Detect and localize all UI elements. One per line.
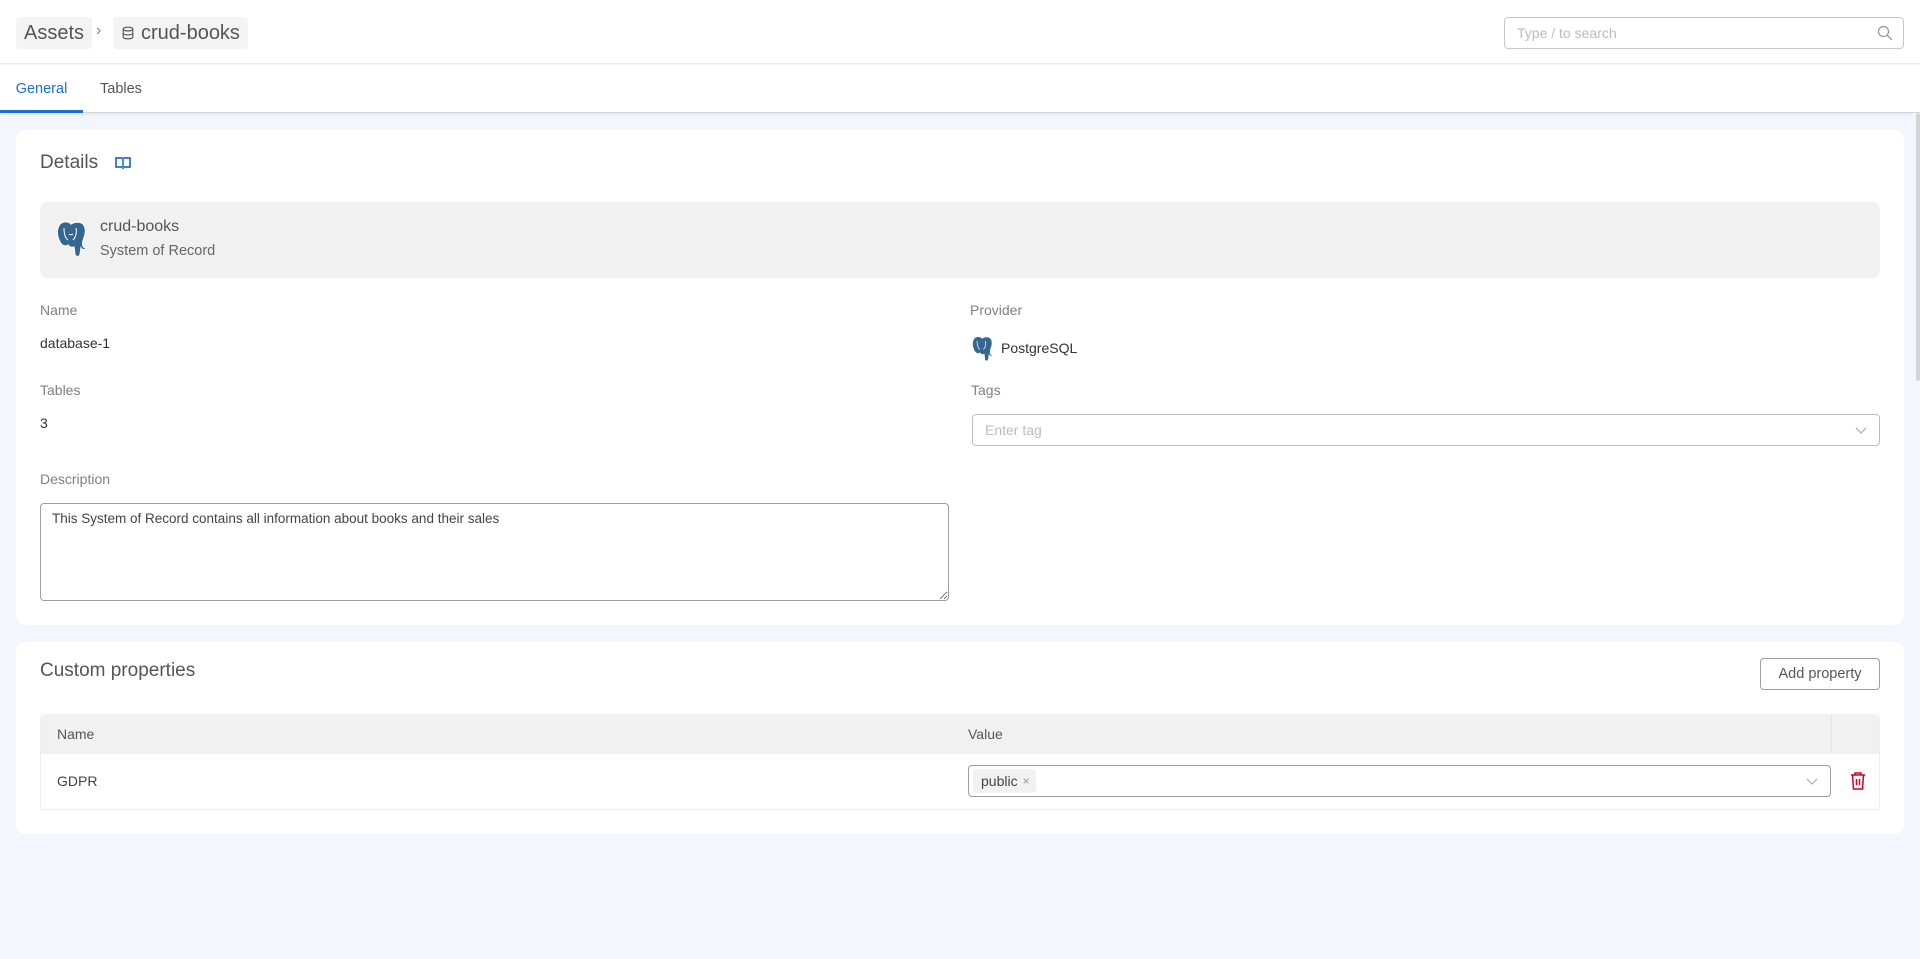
details-card: Details crud-books System of Record Name…	[16, 130, 1904, 625]
breadcrumb-current-label: crud-books	[141, 22, 240, 44]
provider-name: PostgreSQL	[1001, 340, 1078, 356]
name-value: database-1	[40, 335, 111, 351]
search-box[interactable]	[1504, 17, 1904, 49]
tab-tables[interactable]: Tables	[100, 65, 142, 113]
details-title: Details	[40, 152, 99, 173]
postgresql-icon	[971, 336, 994, 361]
asset-name: crud-books	[100, 218, 180, 235]
custom-properties-title: Custom properties	[40, 660, 196, 681]
value-chip: public ×	[973, 769, 1036, 793]
column-header-value: Value	[968, 726, 1003, 742]
tags-select[interactable]: Enter tag	[972, 414, 1880, 446]
tab-general[interactable]: General	[0, 65, 83, 113]
tab-bar: General Tables	[0, 65, 1920, 113]
scrollbar-thumb[interactable]	[1916, 113, 1920, 381]
table-row: GDPR public ×	[41, 754, 1879, 810]
column-header-name: Name	[57, 726, 95, 742]
add-property-button[interactable]: Add property	[1760, 658, 1880, 690]
column-divider	[1831, 715, 1832, 754]
description-textarea[interactable]	[40, 503, 949, 601]
breadcrumb-assets[interactable]: Assets	[16, 17, 93, 49]
tags-label: Tags	[971, 382, 1001, 398]
properties-table: Name Value GDPR public ×	[40, 714, 1880, 810]
database-icon	[122, 26, 134, 40]
remove-chip-icon[interactable]: ×	[1023, 769, 1030, 793]
description-label: Description	[40, 471, 111, 487]
custom-properties-card: Custom properties Add property Name Valu…	[16, 642, 1904, 834]
breadcrumb-separator-icon: ›	[96, 22, 102, 39]
name-label: Name	[40, 302, 78, 318]
value-chip-label: public	[981, 773, 1018, 789]
tags-placeholder: Enter tag	[985, 422, 1042, 438]
breadcrumb-assets-label: Assets	[24, 22, 85, 44]
property-value-select[interactable]: public ×	[968, 765, 1831, 797]
delete-icon[interactable]	[1849, 771, 1867, 791]
chevron-down-icon[interactable]	[1806, 778, 1818, 786]
search-icon[interactable]	[1877, 25, 1893, 41]
tables-label: Tables	[40, 382, 81, 398]
asset-type: System of Record	[100, 243, 216, 259]
tables-count: 3	[40, 415, 48, 431]
chevron-down-icon[interactable]	[1855, 427, 1867, 435]
book-open-icon[interactable]	[114, 154, 132, 172]
table-header: Name Value	[41, 715, 1879, 754]
search-input[interactable]	[1517, 18, 1867, 48]
provider-label: Provider	[970, 302, 1023, 318]
asset-summary: crud-books System of Record	[40, 202, 1880, 278]
top-bar: Assets › crud-books	[0, 0, 1920, 64]
breadcrumb-current[interactable]: crud-books	[113, 17, 248, 49]
property-name: GDPR	[57, 773, 98, 789]
provider-value: PostgreSQL	[970, 335, 1077, 361]
postgresql-icon	[56, 221, 87, 256]
